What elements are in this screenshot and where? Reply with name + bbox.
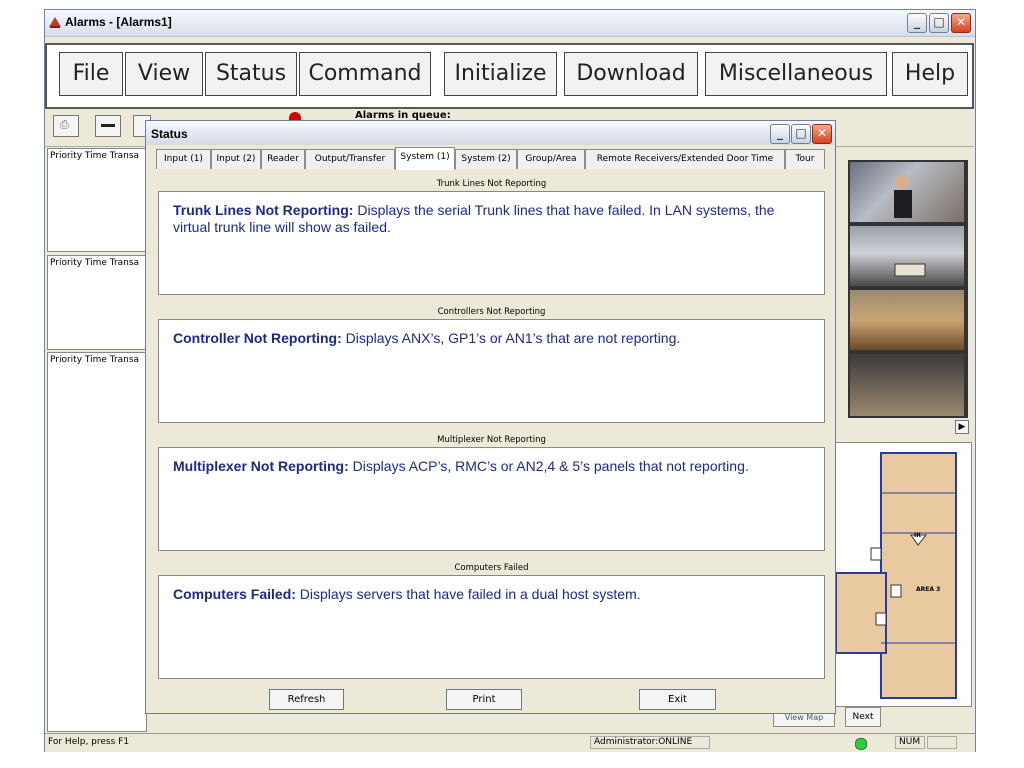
menu-view[interactable]: View [125, 52, 203, 96]
print-tool-button[interactable]: ⎙ [53, 115, 79, 137]
camera-image-4[interactable] [850, 354, 964, 416]
status-cell-empty [927, 736, 957, 749]
printer-icon: ⎙ [60, 118, 69, 131]
camera-image-1[interactable] [850, 162, 964, 222]
alarm-app-icon [49, 17, 61, 28]
tab-remote-receivers[interactable]: Remote Receivers/Extended Door Time [585, 149, 785, 169]
section-description: Displays servers that have failed in a d… [295, 586, 641, 602]
floor-plan-icon [835, 452, 957, 699]
multiplexer-section: Multiplexer Not Reporting Multiplexer No… [158, 433, 825, 551]
section-term: Computers Failed: [173, 586, 296, 602]
menu-bar: File View Status Command Initialize Down… [45, 43, 974, 109]
num-lock-indicator: NUM [895, 736, 925, 749]
dialog-minimize-button[interactable]: _ [770, 124, 790, 144]
alarm-list-header: Priority Time Transa [50, 355, 140, 365]
camera-image-3[interactable] [850, 290, 964, 350]
camera-person-icon [894, 175, 912, 218]
license-plate-icon [894, 263, 926, 277]
scroll-right-button[interactable]: ▶ [955, 420, 969, 434]
alarm-list-header: Priority Time Transa [50, 151, 140, 161]
close-icon: ✕ [955, 15, 967, 29]
tab-input-2[interactable]: Input (2) [211, 149, 261, 169]
dialog-maximize-button[interactable]: □ [791, 124, 811, 144]
section-header: Controllers Not Reporting [437, 307, 546, 317]
section-description: Displays ACP’s, RMC’s or AN2,4 & 5’s pan… [348, 458, 749, 474]
maximize-icon: □ [933, 15, 945, 29]
tab-reader[interactable]: Reader [261, 149, 305, 169]
camera-image-2[interactable] [850, 226, 964, 286]
camera-views [848, 160, 968, 418]
close-icon: ✕ [816, 126, 828, 140]
maximize-icon: □ [795, 126, 807, 140]
exit-button[interactable]: Exit [639, 689, 716, 710]
computers-section: Computers Failed Computers Failed: Displ… [158, 561, 825, 679]
dialog-close-button[interactable]: ✕ [812, 124, 832, 144]
alarm-list-pane-1[interactable]: Priority Time Transa [47, 148, 147, 252]
window-title: Alarms - [Alarms1] [65, 15, 172, 29]
tab-tour[interactable]: Tour [785, 149, 825, 169]
maximize-button[interactable]: □ [929, 13, 949, 33]
trunk-lines-list[interactable]: Trunk Lines Not Reporting: Displays the … [158, 191, 825, 295]
multiplexer-list[interactable]: Multiplexer Not Reporting: Displays ACP’… [158, 447, 825, 551]
computers-list[interactable]: Computers Failed: Displays servers that … [158, 575, 825, 679]
status-dialog: Status _ □ ✕ Input (1) Input (2) Reader … [145, 120, 836, 714]
tab-group-area[interactable]: Group/Area [517, 149, 585, 169]
arrow-right-icon: ▶ [958, 422, 966, 432]
controllers-list[interactable]: Controller Not Reporting: Displays ANX’s… [158, 319, 825, 423]
tab-input-1[interactable]: Input (1) [156, 149, 211, 169]
menu-initialize[interactable]: Initialize [444, 52, 557, 96]
print-button[interactable]: Print [446, 689, 522, 710]
section-term: Controller Not Reporting: [173, 330, 342, 346]
title-bar[interactable]: Alarms - [Alarms1] _ □ ✕ [45, 10, 975, 37]
section-description: Displays ANX’s, GP1’s or AN1’s that are … [341, 330, 681, 346]
panel-icon [101, 124, 115, 127]
dialog-title-bar[interactable]: Status _ □ ✕ [146, 121, 835, 145]
help-hint: For Help, press F1 [48, 737, 130, 747]
section-header: Computers Failed [454, 563, 529, 573]
menu-download[interactable]: Download [564, 52, 698, 96]
section-term: Trunk Lines Not Reporting: [173, 202, 354, 218]
map-ir-label: IR [914, 532, 921, 539]
menu-status[interactable]: Status [205, 52, 297, 96]
section-header: Multiplexer Not Reporting [437, 435, 546, 445]
trunk-lines-section: Trunk Lines Not Reporting Trunk Lines No… [158, 177, 825, 295]
tab-system-1[interactable]: System (1) [395, 147, 455, 170]
refresh-button[interactable]: Refresh [269, 689, 344, 710]
menu-file[interactable]: File [59, 52, 123, 96]
panel-tool-button[interactable] [95, 115, 121, 137]
dialog-title: Status [151, 127, 188, 141]
next-button[interactable]: Next [845, 707, 881, 727]
status-bar: For Help, press F1 Administrator:ONLINE … [45, 733, 975, 752]
menu-command[interactable]: Command [299, 52, 431, 96]
alarm-list-header: Priority Time Transa [50, 258, 140, 268]
tab-system-2[interactable]: System (2) [455, 149, 517, 169]
menu-miscellaneous[interactable]: Miscellaneous [705, 52, 887, 96]
map-area-label: AREA 3 [916, 586, 941, 593]
minimize-button[interactable]: _ [907, 13, 927, 33]
alarm-list-pane-3[interactable]: Priority Time Transa [47, 352, 147, 732]
tab-output-transfer[interactable]: Output/Transfer [305, 149, 395, 169]
menu-help[interactable]: Help [892, 52, 968, 96]
alarm-list-pane-2[interactable]: Priority Time Transa [47, 255, 147, 350]
online-indicator-icon [855, 738, 867, 750]
section-header: Trunk Lines Not Reporting [436, 179, 547, 189]
user-status: Administrator:ONLINE [590, 736, 710, 749]
controllers-section: Controllers Not Reporting Controller Not… [158, 305, 825, 423]
close-button[interactable]: ✕ [951, 13, 971, 33]
minimize-icon: _ [914, 15, 920, 29]
section-term: Multiplexer Not Reporting: [173, 458, 349, 474]
minimize-icon: _ [777, 126, 783, 140]
floor-map[interactable]: IR AREA 3 [835, 442, 972, 707]
